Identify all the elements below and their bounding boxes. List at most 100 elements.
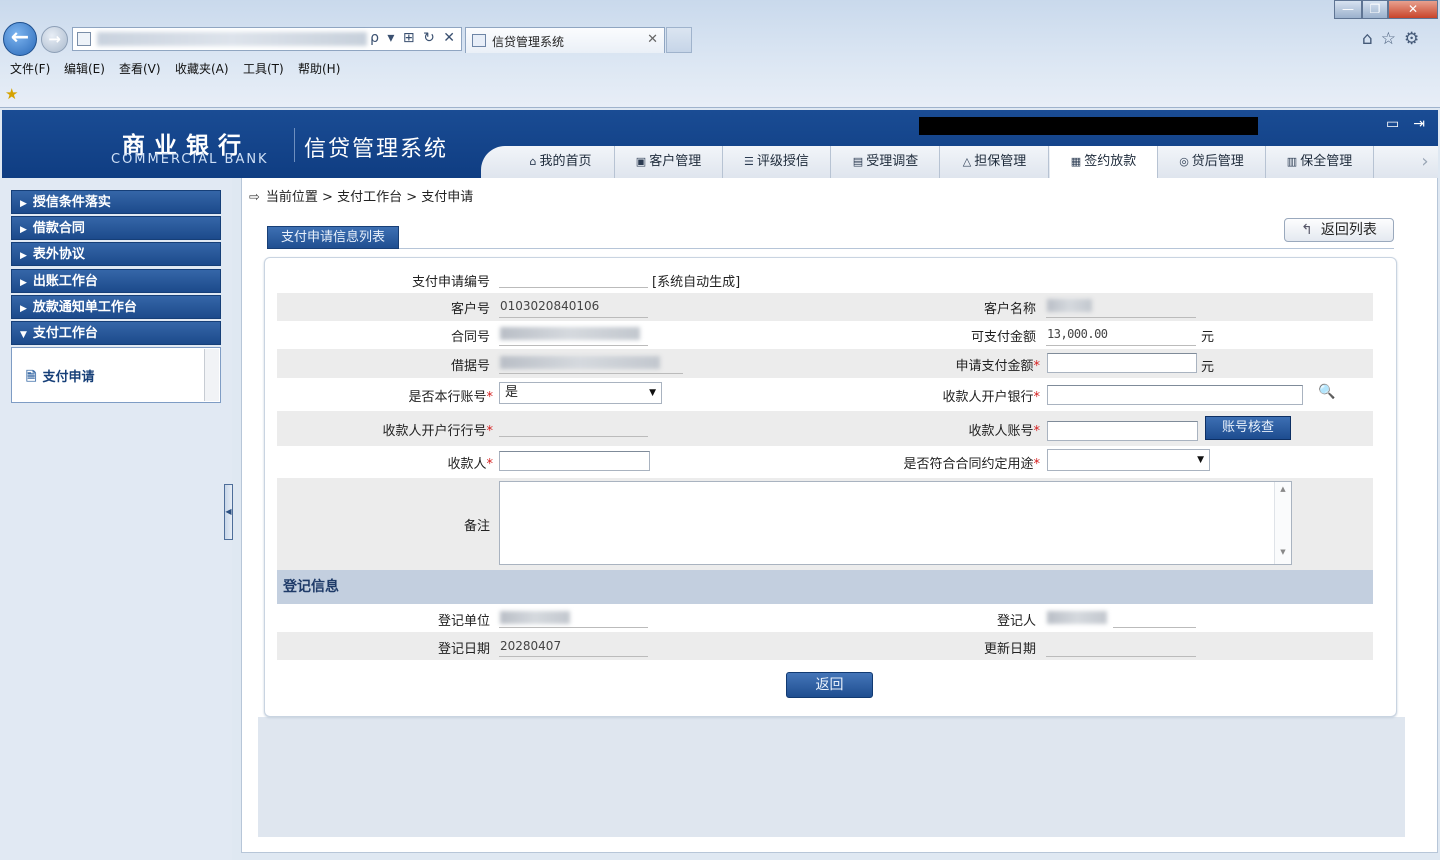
minimize-button[interactable]: — xyxy=(1334,0,1362,19)
tab-close-icon[interactable]: ✕ xyxy=(647,32,658,47)
monitor-logout-icons[interactable]: ▭⇥ xyxy=(1386,116,1439,132)
sidebar-subitem-payment-apply[interactable]: 🗎 支付申请 xyxy=(26,366,94,390)
tab-label: 贷后管理 xyxy=(1191,154,1244,169)
menu-tools[interactable]: 工具(T) xyxy=(243,60,284,77)
menu-edit[interactable]: 编辑(E) xyxy=(64,60,105,77)
label-text: 是否本行账号 xyxy=(408,390,487,405)
forward-arrow-icon[interactable]: → xyxy=(41,26,68,53)
page-favicon-icon xyxy=(77,32,91,46)
tab-preservation[interactable]: ▥ 保全管理 xyxy=(1266,146,1374,178)
breadcrumb-text: 当前位置 > 支付工作台 > 支付申请 xyxy=(265,190,474,205)
field-underline xyxy=(1113,627,1196,628)
selected-value: 是 xyxy=(505,385,519,400)
purpose-select[interactable]: ▼ xyxy=(1047,449,1210,471)
payable-amount-value: 13,000.00 xyxy=(1047,327,1108,341)
required-mark: * xyxy=(486,390,494,405)
tab-label: 受理调查 xyxy=(866,154,919,169)
browser-tab[interactable]: 信贷管理系统 ✕ xyxy=(465,27,665,53)
label-text: 收款人开户银行 xyxy=(942,390,1034,405)
expand-arrow-icon: ▶ xyxy=(20,225,27,235)
tab-label: 评级授信 xyxy=(756,154,809,169)
required-mark: * xyxy=(1033,359,1041,374)
tab-label: 担保管理 xyxy=(974,154,1027,169)
menu-file[interactable]: 文件(F) xyxy=(10,60,50,77)
scroll-up-icon[interactable]: ▲ xyxy=(1275,485,1291,493)
tab-home[interactable]: ⌂ 我的首页 xyxy=(507,146,615,178)
maximize-button[interactable]: ❐ xyxy=(1362,0,1388,19)
sidebar-item-label: 放款通知单工作台 xyxy=(32,300,137,315)
apply-amount-input[interactable] xyxy=(1047,353,1197,373)
label-text: 申请支付金额 xyxy=(955,359,1034,374)
payee-bank-no-field xyxy=(499,436,648,437)
sidebar-item-loan-notice-desk[interactable]: ▶ 放款通知单工作台 xyxy=(11,295,221,319)
lower-blank-panel xyxy=(258,717,1405,837)
menu-favorites[interactable]: 收藏夹(A) xyxy=(175,60,229,77)
tab-investigation[interactable]: ▤ 受理调查 xyxy=(832,146,940,178)
dropdown-arrow-icon: ▼ xyxy=(1197,455,1204,465)
tab-guarantee[interactable]: △ 担保管理 xyxy=(941,146,1049,178)
loan-no-label: 借据号 xyxy=(450,359,490,374)
required-mark: * xyxy=(486,424,494,439)
own-account-label: 是否本行账号* xyxy=(300,386,493,405)
menu-view[interactable]: 查看(V) xyxy=(119,60,161,77)
sidebar-scrollbar[interactable] xyxy=(204,349,219,401)
remark-textarea[interactable]: ▲ ▼ xyxy=(499,481,1292,565)
search-icon[interactable]: 🔍 xyxy=(1318,384,1335,400)
tab-signing-loan[interactable]: ▦ 签约放款 xyxy=(1050,146,1158,179)
pay-no-field xyxy=(499,287,648,288)
reg-person-label: 登记人 xyxy=(996,614,1036,629)
sidebar-item-payment-desk[interactable]: ▼ 支付工作台 xyxy=(11,321,221,345)
purpose-label: 是否符合合同约定用途* xyxy=(850,453,1040,472)
tab-rating[interactable]: ☰ 评级授信 xyxy=(723,146,831,178)
home-favorites-settings-icons[interactable]: ⌂☆⚙ xyxy=(1362,29,1427,49)
address-bar[interactable]: ρ ▾ ⊞ ↻ ✕ xyxy=(72,27,462,51)
menu-help[interactable]: 帮助(H) xyxy=(298,60,340,77)
chevron-right-icon[interactable]: › xyxy=(1414,146,1436,178)
document-icon: 🗎 xyxy=(26,370,37,385)
sidebar-subpanel: 🗎 支付申请 xyxy=(11,347,221,403)
apply-amount-label: 申请支付金额* xyxy=(850,355,1040,374)
sidebar-item-loan-contract[interactable]: ▶ 借款合同 xyxy=(11,216,221,240)
favorites-star-icon[interactable]: ★ xyxy=(5,85,18,103)
contract-no-label: 合同号 xyxy=(450,330,490,345)
unit-yuan: 元 xyxy=(1201,330,1215,345)
post-loan-icon: ◎ xyxy=(1179,155,1189,168)
label-text: 是否符合合同约定用途 xyxy=(903,457,1034,472)
scroll-down-icon[interactable]: ▼ xyxy=(1275,548,1291,556)
sidebar-collapse-handle[interactable]: ◀ xyxy=(224,484,233,540)
tab-customer[interactable]: ▣ 客户管理 xyxy=(615,146,723,178)
update-date-label: 更新日期 xyxy=(983,642,1036,657)
return-button[interactable]: 返回 xyxy=(786,672,873,698)
customer-no-value: 0103020840106 xyxy=(500,299,600,313)
sidebar-item-off-balance[interactable]: ▶ 表外协议 xyxy=(11,242,221,266)
field-underline xyxy=(499,373,683,374)
location-icon: ⇨ xyxy=(249,190,260,205)
close-window-button[interactable]: ✕ xyxy=(1388,0,1438,19)
tab-payment-list[interactable]: 支付申请信息列表 xyxy=(267,226,399,249)
payee-bank-label: 收款人开户银行* xyxy=(850,386,1040,405)
sidebar-item-label: 出账工作台 xyxy=(32,274,98,289)
payee-bank-input[interactable] xyxy=(1047,385,1303,405)
verify-account-button[interactable]: 账号核查 xyxy=(1205,416,1291,440)
own-account-select[interactable]: 是 ▼ xyxy=(499,382,662,404)
sidebar-item-credit-conditions[interactable]: ▶ 授信条件落实 xyxy=(11,190,221,214)
logo-divider xyxy=(294,128,295,162)
back-arrow-icon[interactable]: ← xyxy=(3,22,37,56)
signing-icon: ▦ xyxy=(1070,155,1082,168)
subitem-label: 支付申请 xyxy=(42,370,95,385)
sidebar-item-disbursement-desk[interactable]: ▶ 出账工作台 xyxy=(11,269,221,293)
back-to-list-button[interactable]: ↰ 返回列表 xyxy=(1284,218,1394,242)
expand-arrow-icon: ▶ xyxy=(20,304,27,314)
address-buttons[interactable]: ρ ▾ ⊞ ↻ ✕ xyxy=(370,30,457,46)
new-tab-button[interactable] xyxy=(666,27,692,53)
payee-account-input[interactable] xyxy=(1047,421,1198,441)
payee-input[interactable] xyxy=(499,451,650,471)
tab-post-loan[interactable]: ◎ 贷后管理 xyxy=(1158,146,1266,178)
required-mark: * xyxy=(1033,457,1041,472)
sidebar-item-label: 借款合同 xyxy=(32,221,85,236)
customer-no-label: 客户号 xyxy=(450,302,490,317)
textarea-scrollbar[interactable]: ▲ ▼ xyxy=(1274,482,1291,564)
reg-unit-label: 登记单位 xyxy=(437,614,490,629)
tab-label: 签约放款 xyxy=(1084,154,1137,169)
return-icon: ↰ xyxy=(1301,222,1313,238)
